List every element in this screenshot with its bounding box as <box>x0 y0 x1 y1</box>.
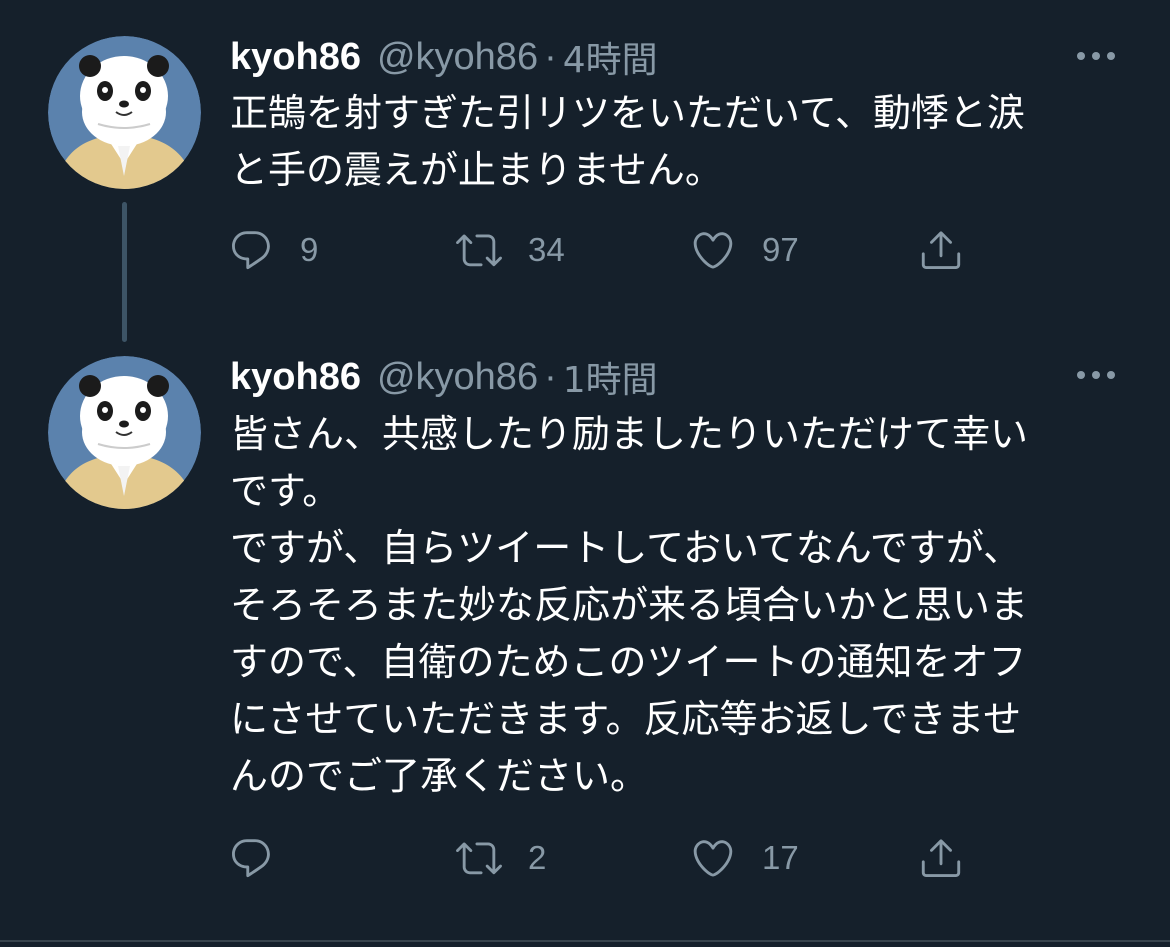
share-icon <box>921 839 961 878</box>
display-name[interactable]: kyoh86 <box>230 36 361 79</box>
more-button[interactable] <box>1074 365 1118 385</box>
tweet-actions: 2 17 <box>228 828 988 888</box>
share-button[interactable] <box>918 220 964 280</box>
separator-dot: · <box>544 35 557 78</box>
retweet-count: 34 <box>528 231 565 268</box>
tweet-header: kyoh86 @kyoh86 · 1時間 <box>230 352 658 402</box>
retweet-icon <box>456 234 502 267</box>
thread-line <box>122 202 127 342</box>
timestamp[interactable]: 1時間 <box>563 351 658 403</box>
retweet-icon <box>456 842 502 875</box>
tweet[interactable]: kyoh86 @kyoh86 · 1時間 皆さん、共感したり励ましたりいただけて… <box>0 340 1170 930</box>
user-handle[interactable]: @kyoh86 <box>377 356 538 399</box>
tweet-text: 皆さん、共感したり励ましたりいただけて幸い です。 ですが、自らツイートしておい… <box>230 412 1029 798</box>
reply-button[interactable]: 9 <box>228 220 318 280</box>
retweet-button[interactable]: 34 <box>456 220 565 280</box>
share-icon <box>921 231 961 270</box>
heart-icon <box>693 232 733 269</box>
more-dots-icon <box>1077 371 1115 379</box>
more-button[interactable] <box>1074 46 1118 66</box>
tweet-header: kyoh86 @kyoh86 · 4時間 <box>230 32 658 82</box>
panda-avatar-icon <box>48 356 201 509</box>
display-name[interactable]: kyoh86 <box>230 356 361 399</box>
separator-dot: · <box>544 355 557 398</box>
like-button[interactable]: 17 <box>690 828 799 888</box>
like-count: 17 <box>762 839 799 876</box>
like-button[interactable]: 97 <box>690 220 799 280</box>
retweet-button[interactable]: 2 <box>456 828 546 888</box>
retweet-count: 2 <box>528 839 547 876</box>
tweet[interactable]: kyoh86 @kyoh86 · 4時間 正鵠を射すぎた引リツをいただいて、動悸… <box>0 0 1170 342</box>
reply-count: 9 <box>300 231 319 268</box>
reply-button[interactable] <box>228 828 300 888</box>
share-button[interactable] <box>918 828 964 888</box>
avatar[interactable] <box>48 36 201 189</box>
divider <box>0 940 1170 942</box>
reply-icon <box>232 231 270 270</box>
like-count: 97 <box>762 231 799 268</box>
more-dots-icon <box>1077 52 1115 60</box>
heart-icon <box>693 840 733 877</box>
user-handle[interactable]: @kyoh86 <box>377 36 538 79</box>
timestamp[interactable]: 4時間 <box>563 31 658 83</box>
reply-icon <box>232 839 270 878</box>
avatar[interactable] <box>48 356 201 509</box>
tweet-text: 正鵠を射すぎた引リツをいただいて、動悸と涙 と手の震えが止まりません。 <box>230 91 1025 192</box>
tweet-actions: 9 34 97 <box>228 220 988 280</box>
panda-avatar-icon <box>48 36 201 189</box>
